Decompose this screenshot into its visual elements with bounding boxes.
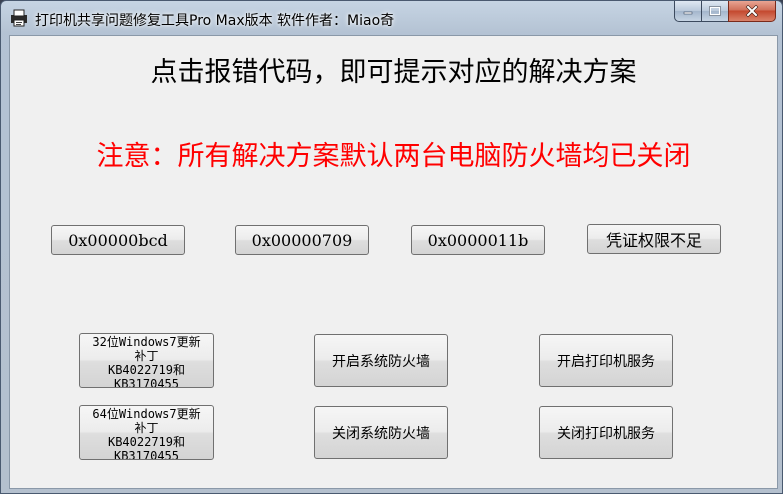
credential-insufficient-button[interactable]: 凭证权限不足 [587,224,721,254]
minimize-icon [683,11,693,15]
app-window: 打印机共享问题修复工具Pro Max版本 软件作者：Miao奇 点击报错代码，即… [0,0,783,494]
caption-buttons [674,1,776,23]
error-code-0x00000bcd-button[interactable]: 0x00000bcd [51,225,185,255]
patch-32-line4: KB3170455 [113,377,180,388]
title-bar[interactable]: 打印机共享问题修复工具Pro Max版本 软件作者：Miao奇 [1,1,782,35]
disable-print-service-button[interactable]: 关闭打印机服务 [539,406,673,459]
warning-text: 注意：所有解决方案默认两台电脑防火墙均已关闭 [96,141,691,172]
win7-32bit-patch-button[interactable]: 32位Windows7更新 补丁 KB4022719和 KB3170455 [79,333,214,388]
error-code-0x0000011b-button[interactable]: 0x0000011b [411,225,545,255]
disable-firewall-button[interactable]: 关闭系统防火墙 [314,406,448,459]
close-button[interactable] [728,1,776,22]
instruction-heading: 点击报错代码，即可提示对应的解决方案 [150,57,637,88]
enable-firewall-button[interactable]: 开启系统防火墙 [314,334,448,387]
enable-print-service-button[interactable]: 开启打印机服务 [539,334,673,387]
patch-32-line2: 补丁 [134,349,159,363]
printer-app-icon [11,9,27,27]
error-code-0x00000709-button[interactable]: 0x00000709 [235,225,369,255]
patch-32-line3: KB4022719和 [107,363,186,377]
maximize-icon [709,6,721,16]
window-title: 打印机共享问题修复工具Pro Max版本 软件作者：Miao奇 [35,13,395,29]
minimize-button[interactable] [674,1,701,22]
patch-64-line2: 补丁 [134,421,159,435]
patch-64-line1: 64位Windows7更新 [92,407,201,421]
win7-64bit-patch-button[interactable]: 64位Windows7更新 补丁 KB4022719和 KB3170455 [79,405,214,460]
patch-64-line3: KB4022719和 [107,435,186,449]
close-icon [745,5,759,17]
patch-32-line1: 32位Windows7更新 [92,335,201,349]
patch-64-line4: KB3170455 [113,449,180,460]
maximize-button[interactable] [701,1,728,22]
client-area: 点击报错代码，即可提示对应的解决方案 注意：所有解决方案默认两台电脑防火墙均已关… [9,35,778,489]
